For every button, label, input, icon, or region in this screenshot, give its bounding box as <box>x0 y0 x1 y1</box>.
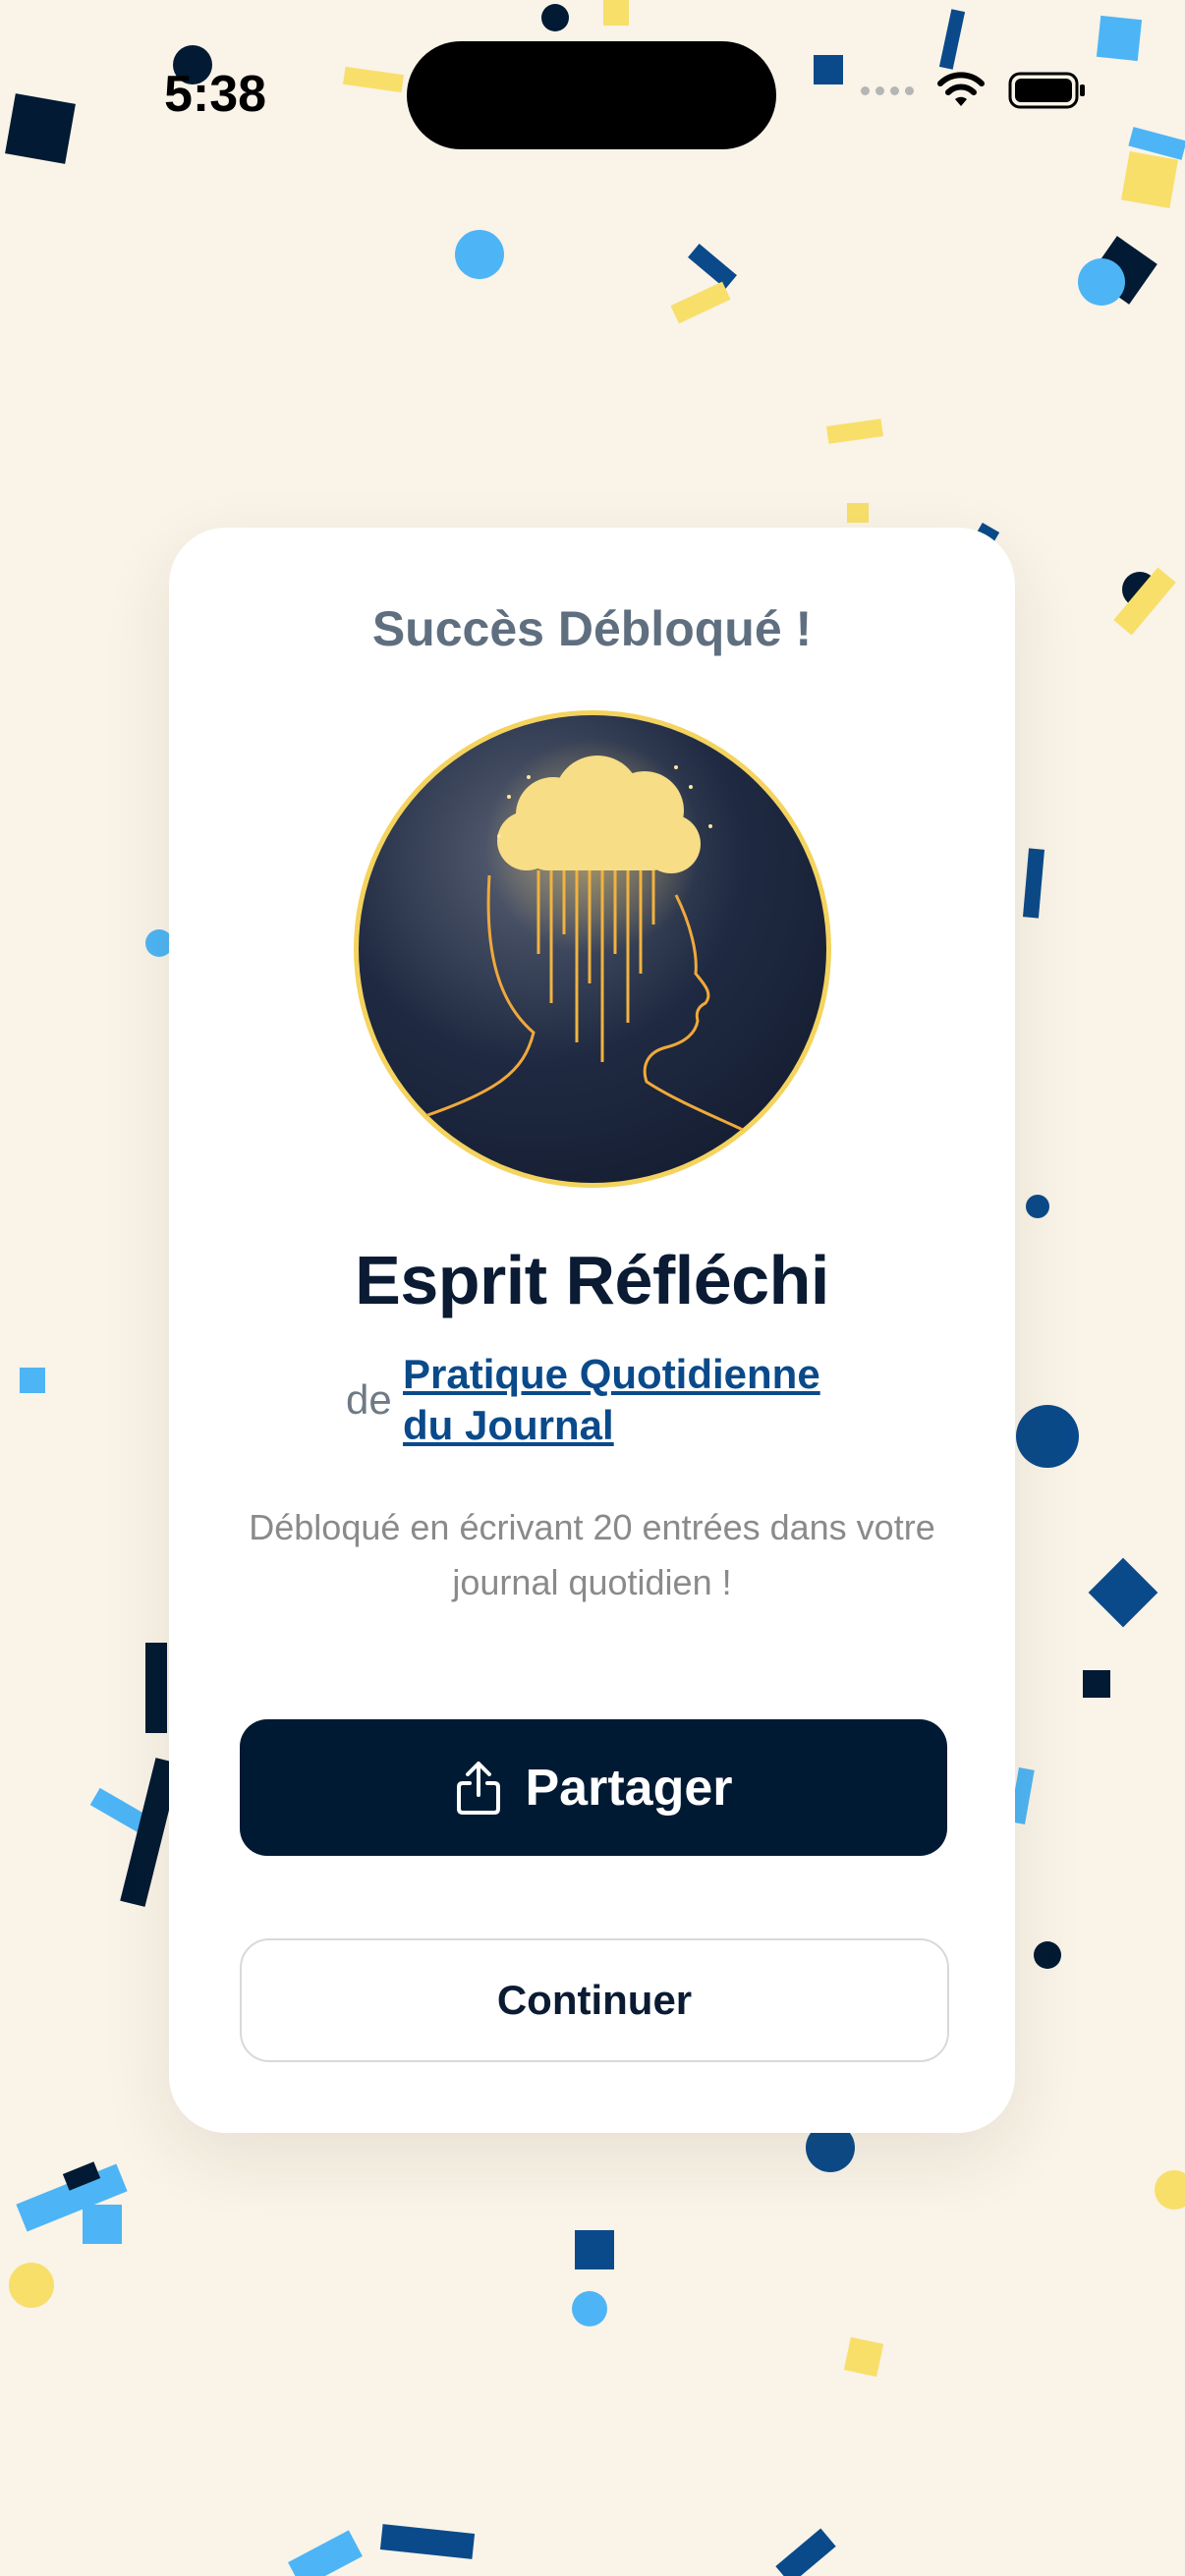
dynamic-island <box>407 41 776 149</box>
continue-button[interactable]: Continuer <box>240 1938 949 2062</box>
achievement-description: Débloqué en écrivant 20 entrées dans vot… <box>249 1507 935 1602</box>
battery-icon <box>1008 72 1085 109</box>
card-title: Succès Débloqué ! <box>371 601 813 656</box>
source-prefix: de <box>346 1376 392 1423</box>
achievement-name: Esprit Réfléchi <box>355 1242 829 1318</box>
share-button[interactable]: Partager <box>240 1719 947 1856</box>
head-cloud-badge-icon <box>354 710 831 1188</box>
share-icon <box>456 1761 500 1815</box>
status-time: 5:38 <box>164 66 267 123</box>
share-button-label: Partager <box>525 1759 733 1817</box>
continue-button-label: Continuer <box>496 1977 693 2023</box>
signal-icon <box>861 85 914 95</box>
achievement-source: de Pratique Quotidienne du Journal <box>346 1349 896 1457</box>
status-bar: 5:38 <box>0 0 1185 196</box>
status-icons <box>861 71 1087 110</box>
wifi-icon <box>937 72 985 106</box>
source-link[interactable]: Pratique Quotidienne du Journal <box>403 1349 855 1451</box>
achievement-card: Succès Débloqué ! Esprit Réfléchi de Pra… <box>169 528 1015 2133</box>
